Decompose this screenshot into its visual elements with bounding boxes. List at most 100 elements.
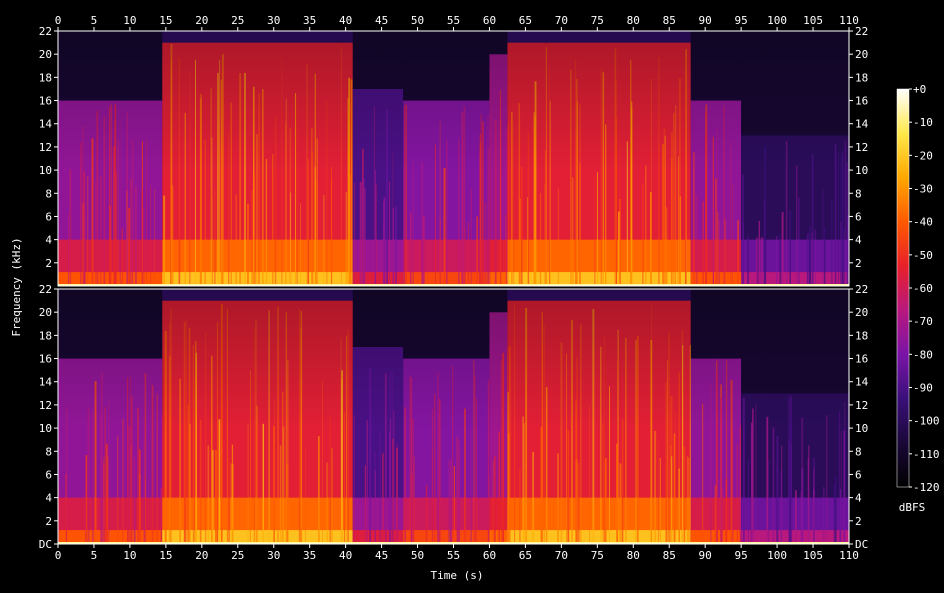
colorbar-tick-label: -80 (913, 348, 933, 361)
y-tick-label: 16 (855, 353, 868, 366)
x-tick-label: 30 (267, 549, 280, 562)
x-tick-label: 95 (735, 549, 748, 562)
y-tick-label: 20 (39, 48, 52, 61)
upper-fade (58, 31, 849, 286)
y-tick-label: 6 (855, 210, 862, 223)
y-axis-label: Frequency (kHz) (10, 237, 23, 336)
colorbar-tick-label: -40 (913, 216, 933, 229)
colorbar-tick-label: -100 (913, 415, 940, 428)
x-tick-label: 30 (267, 14, 280, 27)
y-tick-label: 8 (45, 187, 52, 200)
x-tick-label: 90 (699, 549, 712, 562)
y-tick-label: 18 (39, 329, 52, 342)
x-tick-label: 105 (803, 549, 823, 562)
colorbar-tick-label: -90 (913, 382, 933, 395)
upper-fade (58, 289, 849, 544)
colorbar-tick-label: -70 (913, 315, 933, 328)
colorbar-tick-label: -120 (913, 481, 940, 494)
x-tick-label: 90 (699, 14, 712, 27)
y-tick-label: 2 (45, 257, 52, 270)
x-tick-label: 35 (303, 549, 316, 562)
x-tick-label: 75 (591, 14, 604, 27)
y-tick-label: 22 (39, 25, 52, 38)
y-tick-label: 8 (45, 445, 52, 458)
y-tick-label: 18 (855, 71, 868, 84)
x-tick-label: 20 (195, 549, 208, 562)
x-tick-label: 20 (195, 14, 208, 27)
x-tick-label: 105 (803, 14, 823, 27)
y-tick-label: 8 (855, 445, 862, 458)
y-tick-label: 10 (855, 164, 868, 177)
x-tick-label: 50 (411, 549, 424, 562)
x-axis-label: Time (s) (431, 569, 484, 582)
x-tick-label: 50 (411, 14, 424, 27)
y-tick-label: 16 (39, 353, 52, 366)
x-tick-label: 70 (555, 14, 568, 27)
x-tick-label: 65 (519, 14, 532, 27)
x-tick-label: 70 (555, 549, 568, 562)
colorbar: +0 -10 -20 -30 -40 -50 -60 -70 -80 -90 -100 -110 -12… (896, 83, 940, 494)
y-tick-label: DC (39, 538, 52, 551)
spectrogram-chart: 22 2220 2018 1816 1614 1412 1210 108 86 64 42 222 22… (10, 14, 940, 582)
y-tick-label: 6 (45, 210, 52, 223)
y-tick-label: 2 (855, 515, 862, 528)
y-tick-label: 20 (855, 306, 868, 319)
y-tick-label: 16 (39, 95, 52, 108)
y-tick-label: 12 (855, 399, 868, 412)
y-tick-label: 8 (855, 187, 862, 200)
colorbar-tick-label: -50 (913, 249, 933, 262)
y-tick-label: 14 (855, 376, 869, 389)
y-tick-label: 6 (855, 468, 862, 481)
colorbar-tick-label: -20 (913, 149, 933, 162)
x-tick-label: 55 (447, 549, 460, 562)
x-tick-label: 5 (91, 14, 98, 27)
channel-plots (58, 31, 849, 544)
x-tick-label: 35 (303, 14, 316, 27)
colorbar-tick-label: +0 (913, 83, 926, 96)
y-tick-label: 18 (855, 329, 868, 342)
y-tick-label: 12 (855, 141, 868, 154)
x-tick-label: 40 (339, 14, 352, 27)
x-tick-label: 100 (767, 549, 787, 562)
x-tick-label: 25 (231, 549, 244, 562)
y-tick-label: 14 (39, 118, 53, 131)
y-tick-label: 14 (855, 118, 869, 131)
x-tick-label: 45 (375, 549, 388, 562)
y-tick-label: 12 (39, 399, 52, 412)
y-tick-label: 10 (39, 164, 52, 177)
y-tick-label: 4 (855, 492, 862, 505)
y-tick-label: 16 (855, 95, 868, 108)
x-tick-label: 0 (55, 549, 62, 562)
x-tick-label: 100 (767, 14, 787, 27)
channel-2-spectrogram (58, 289, 849, 544)
x-tick-label: 110 (839, 549, 859, 562)
colorbar-tick-label: -110 (913, 448, 940, 461)
x-tick-label: 45 (375, 14, 388, 27)
x-tick-label: 25 (231, 14, 244, 27)
y-tick-label: 12 (39, 141, 52, 154)
x-tick-label: 5 (91, 549, 98, 562)
x-tick-label: 15 (159, 14, 172, 27)
colorbar-gradient (897, 89, 909, 487)
x-tick-label: 95 (735, 14, 748, 27)
x-tick-label: 40 (339, 549, 352, 562)
x-tick-label: 15 (159, 549, 172, 562)
colorbar-tick-label: -60 (913, 282, 933, 295)
colorbar-tick-label: -30 (913, 183, 933, 196)
channel-1-spectrogram (58, 31, 849, 287)
y-tick-label: 4 (855, 234, 862, 247)
x-tick-label: 85 (663, 14, 676, 27)
y-tick-label: 4 (45, 492, 52, 505)
y-tick-label: 22 (39, 283, 52, 296)
x-tick-label: 55 (447, 14, 460, 27)
x-tick-label: 85 (663, 549, 676, 562)
y-tick-label: 20 (39, 306, 52, 319)
colorbar-tick-label: -10 (913, 116, 933, 129)
y-tick-label: 6 (45, 468, 52, 481)
x-tick-label: 80 (627, 549, 640, 562)
x-tick-label: 10 (123, 549, 136, 562)
y-tick-label: 14 (39, 376, 53, 389)
colorbar-label: dBFS (899, 501, 926, 514)
x-tick-label: 10 (123, 14, 136, 27)
y-tick-label: 4 (45, 234, 52, 247)
